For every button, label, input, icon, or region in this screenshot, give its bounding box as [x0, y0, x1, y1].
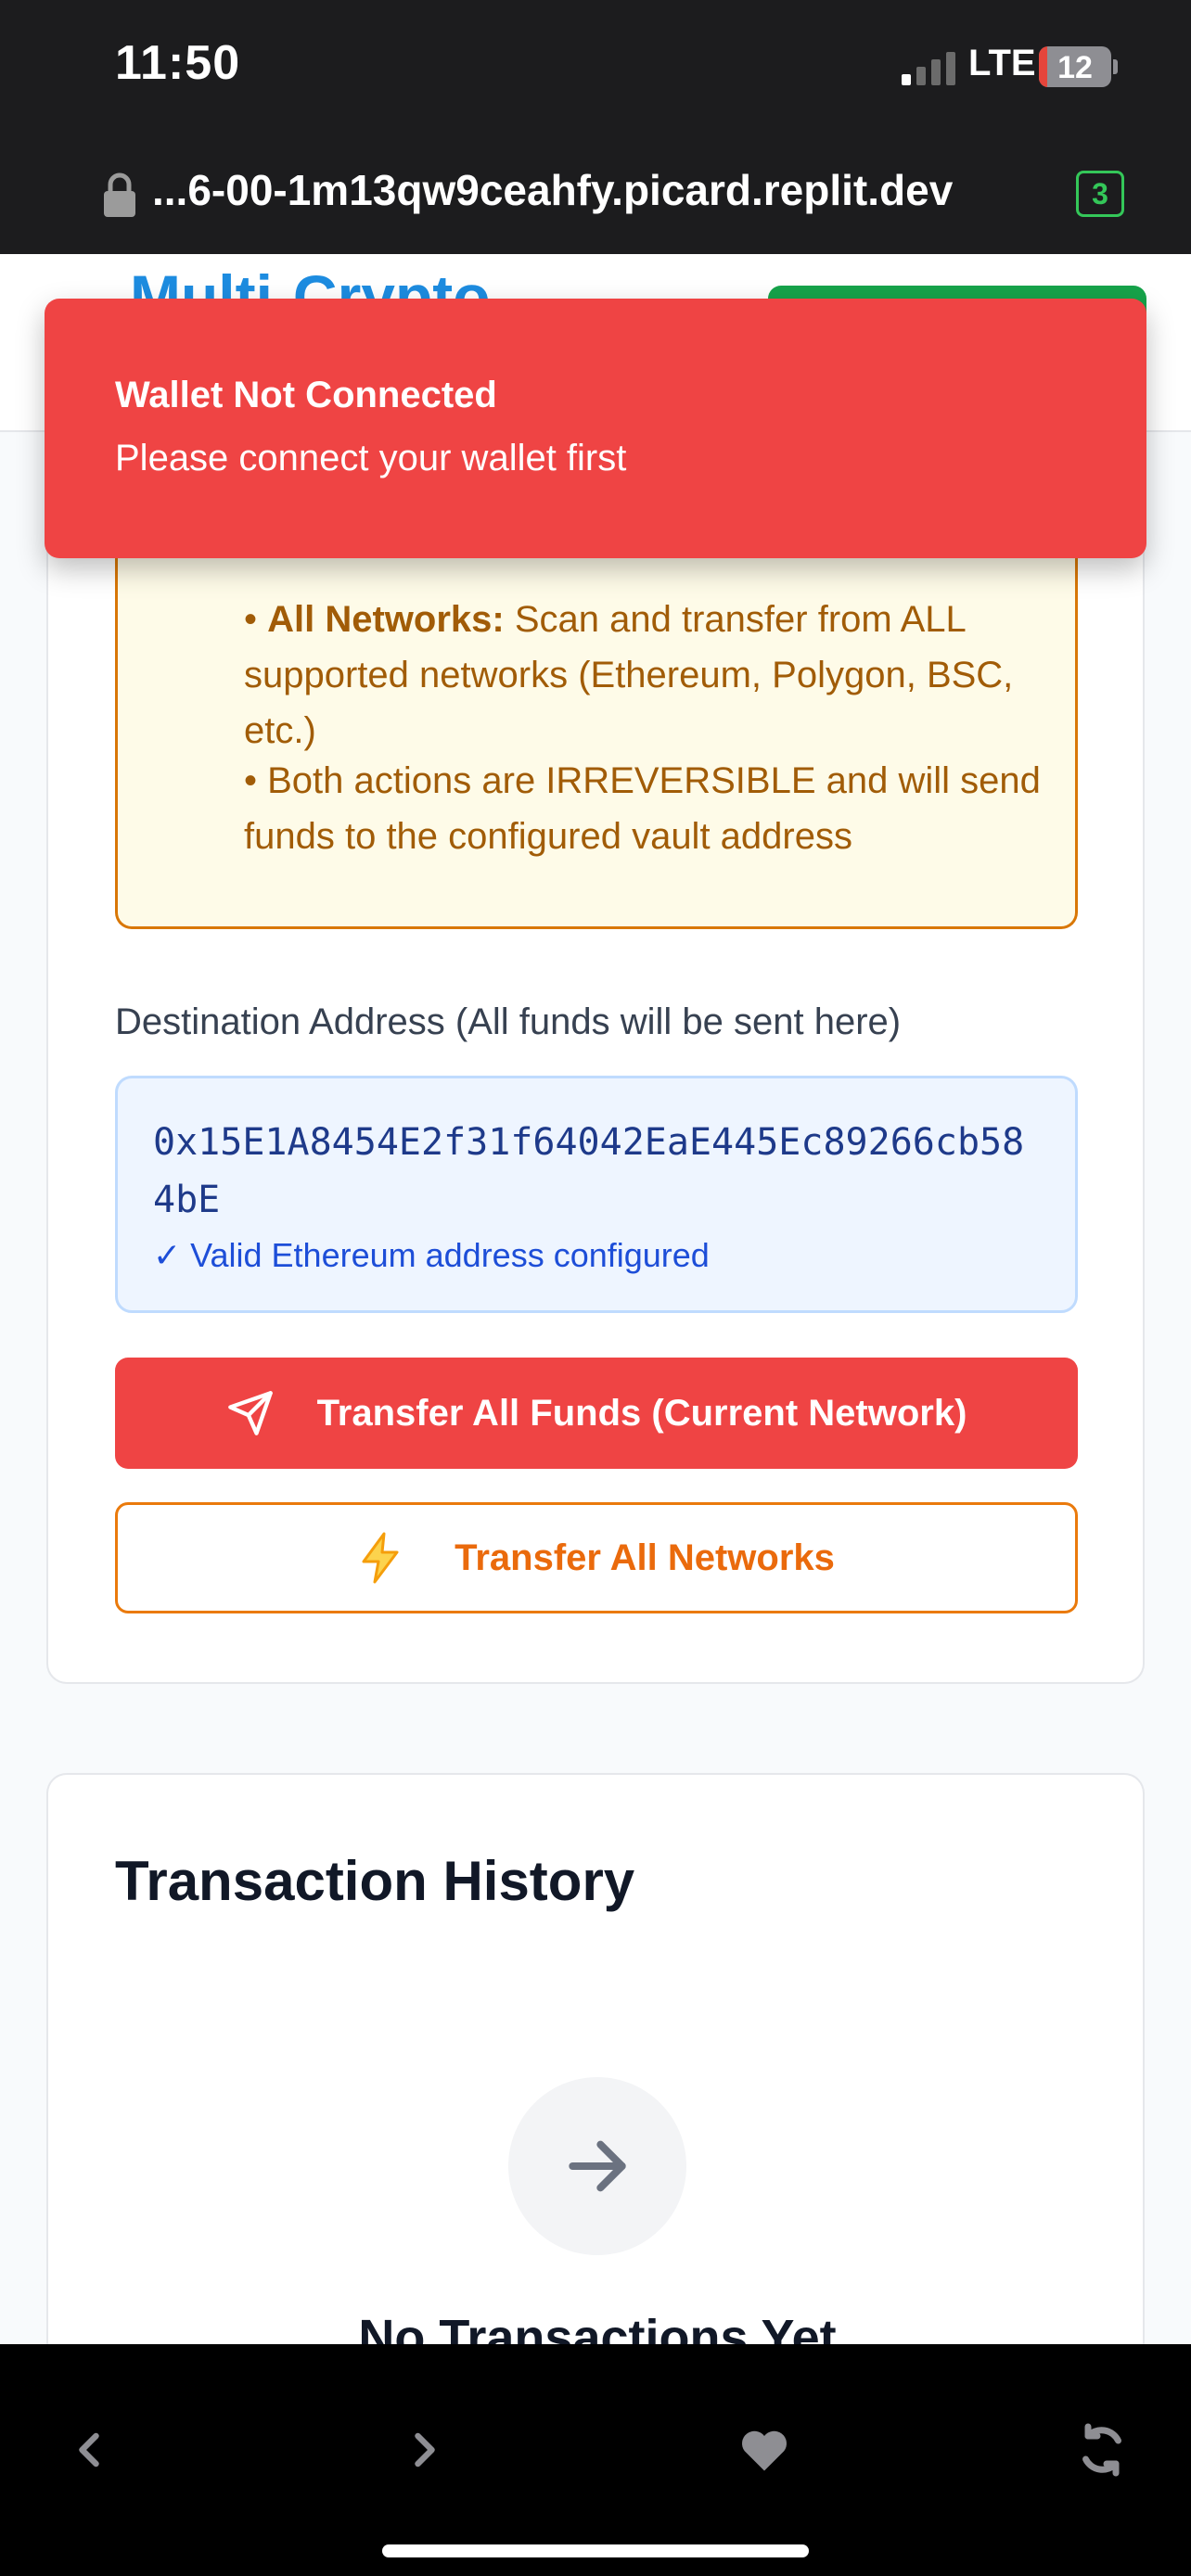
reload-icon[interactable] [1074, 2422, 1130, 2478]
lock-icon [104, 172, 135, 217]
history-title: Transaction History [115, 1850, 635, 1912]
transaction-history-card: Transaction History No Transactions Yet [46, 1773, 1145, 2366]
empty-state-circle [508, 2077, 686, 2255]
browser-toolbar [0, 2344, 1191, 2576]
transfer-card: all tokens from the connected network • … [46, 389, 1145, 1684]
toast-title: Wallet Not Connected [115, 375, 497, 415]
transfer-all-networks-label: Transfer All Networks [455, 1537, 835, 1578]
network-type: LTE [968, 43, 1036, 83]
send-icon [227, 1391, 273, 1435]
address-bar[interactable]: ...6-00-1m13qw9ceahfy.picard.replit.dev … [0, 139, 1191, 254]
destination-address-box: 0x15E1A8454E2f31f64042EaE445Ec89266cb584… [115, 1076, 1078, 1313]
warning-item-all-networks: • All Networks: Scan and transfer from A… [244, 599, 1014, 751]
warning-item-irreversible: • Both actions are IRREVERSIBLE and will… [244, 760, 1041, 857]
transfer-all-networks-button[interactable]: Transfer All Networks [115, 1502, 1078, 1613]
toast-message: Please connect your wallet first [115, 438, 627, 478]
transfer-current-network-button[interactable]: Transfer All Funds (Current Network) [115, 1358, 1078, 1469]
status-time: 11:50 [115, 36, 241, 90]
back-arrow-icon[interactable] [61, 2422, 117, 2478]
arrow-right-icon [569, 2140, 626, 2192]
transfer-current-label: Transfer All Funds (Current Network) [316, 1392, 967, 1434]
forward-arrow-icon[interactable] [397, 2422, 453, 2478]
status-bar: 11:50 LTE 12 [0, 0, 1191, 139]
signal-icon [902, 50, 957, 85]
lightning-icon [362, 1532, 399, 1584]
tab-count-button[interactable]: 3 [1076, 171, 1124, 217]
destination-label: Destination Address (All funds will be s… [115, 1001, 902, 1042]
error-toast[interactable]: Wallet Not Connected Please connect your… [45, 299, 1146, 558]
warning-item-label: All Networks: [267, 599, 505, 640]
address-valid-text: ✓ Valid Ethereum address configured [153, 1236, 710, 1274]
destination-address: 0x15E1A8454E2f31f64042EaE445Ec89266cb584… [153, 1121, 1025, 1221]
warning-item-text: Both actions are IRREVERSIBLE and will s… [244, 760, 1041, 857]
battery-nub [1113, 59, 1118, 74]
url-text[interactable]: ...6-00-1m13qw9ceahfy.picard.replit.dev [152, 165, 953, 215]
battery-icon: 12 [1039, 46, 1111, 87]
home-indicator[interactable] [382, 2544, 809, 2557]
battery-level: 12 [1057, 50, 1093, 85]
heart-icon[interactable] [736, 2422, 792, 2478]
